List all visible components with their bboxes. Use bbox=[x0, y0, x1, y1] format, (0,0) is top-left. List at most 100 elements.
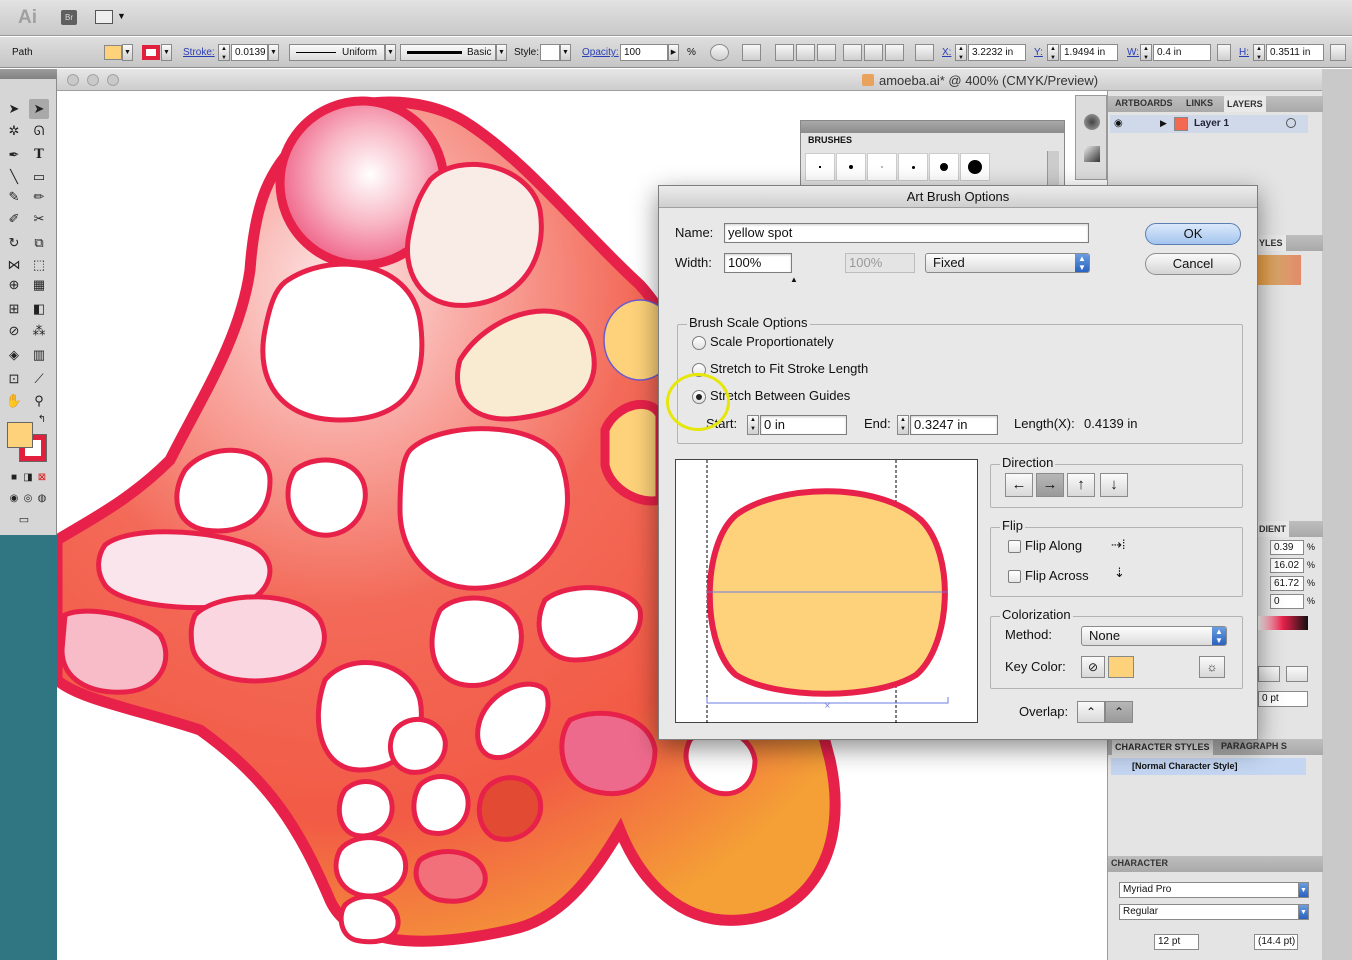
gradient-tool-icon[interactable]: ◧ bbox=[29, 299, 49, 319]
chevron-down-icon[interactable]: ▼ bbox=[117, 11, 126, 21]
tab-links[interactable]: LINKS bbox=[1186, 98, 1213, 108]
brush-swatch[interactable] bbox=[898, 153, 928, 181]
w-field[interactable]: 0.4 in bbox=[1153, 44, 1211, 61]
align-bottom-icon[interactable] bbox=[885, 44, 904, 61]
column-graph-tool-icon[interactable]: ▥ bbox=[29, 345, 49, 365]
appearance-icon[interactable] bbox=[1084, 114, 1100, 130]
fill-dropdown[interactable]: ▼ bbox=[122, 44, 133, 61]
paintbrush-tool-icon[interactable]: ✎ bbox=[4, 187, 24, 207]
scale-proportionately-radio[interactable] bbox=[692, 336, 706, 350]
align-center-text-icon[interactable] bbox=[1258, 666, 1280, 682]
style-dropdown[interactable]: ▼ bbox=[560, 44, 571, 61]
swap-colors-icon[interactable]: ↰ bbox=[36, 414, 48, 426]
w-stepper[interactable]: ▲ ▼ bbox=[1140, 44, 1152, 61]
cyan-field[interactable]: 0.39 bbox=[1270, 540, 1304, 555]
x-field[interactable]: 3.2232 in bbox=[968, 44, 1026, 61]
cancel-button[interactable]: Cancel bbox=[1145, 253, 1241, 275]
font-style-dropdown[interactable]: ▼ bbox=[1298, 904, 1309, 920]
width-slider-thumb[interactable]: ▲ bbox=[790, 275, 798, 284]
h-label[interactable]: H: bbox=[1239, 44, 1249, 61]
eyedropper-icon[interactable]: ⊘ bbox=[1081, 656, 1105, 678]
brushes-scrollbar[interactable] bbox=[1047, 151, 1059, 185]
slice-tool-icon[interactable]: ⟋ bbox=[29, 369, 49, 389]
layer-row[interactable]: ◉ ▶ Layer 1 bbox=[1110, 115, 1308, 133]
key-color-swatch[interactable] bbox=[1108, 656, 1134, 678]
stretch-to-fit-label[interactable]: Stretch to Fit Stroke Length bbox=[710, 361, 868, 376]
brush-swatch[interactable] bbox=[960, 153, 990, 181]
arrow-right-icon[interactable]: → bbox=[1036, 473, 1064, 497]
target-icon[interactable] bbox=[1286, 118, 1296, 128]
font-family-field[interactable]: Myriad Pro bbox=[1119, 882, 1299, 898]
opacity-label[interactable]: Opacity: bbox=[582, 44, 619, 61]
opacity-dropdown[interactable]: ▶ bbox=[668, 44, 679, 61]
arrow-down-icon[interactable]: ↓ bbox=[1100, 473, 1128, 497]
method-select[interactable]: None ▲ ▼ bbox=[1081, 626, 1227, 646]
blend-tool-icon[interactable]: ⁂ bbox=[29, 321, 49, 341]
rectangle-tool-icon[interactable]: ▭ bbox=[29, 167, 49, 187]
fill-swatch[interactable] bbox=[104, 45, 122, 60]
type-tool-icon[interactable]: T bbox=[29, 145, 49, 165]
lightbulb-icon[interactable]: ☼ bbox=[1199, 656, 1225, 678]
blob-brush-tool-icon[interactable]: ✐ bbox=[4, 209, 24, 229]
variable-width-profile[interactable]: Uniform bbox=[289, 44, 385, 61]
opacity-field[interactable]: 100 bbox=[620, 44, 668, 61]
black-field[interactable]: 0 bbox=[1270, 594, 1304, 609]
ok-button[interactable]: OK bbox=[1145, 223, 1241, 245]
tab-graphic-styles[interactable]: YLES bbox=[1256, 235, 1286, 251]
indent-field[interactable]: 0 pt bbox=[1258, 691, 1308, 707]
brush-dropdown[interactable]: ▼ bbox=[496, 44, 507, 61]
symbol-sprayer-tool-icon[interactable]: ◈ bbox=[4, 345, 24, 365]
transform-icon[interactable] bbox=[1330, 44, 1346, 61]
free-transform-tool-icon[interactable]: ⬚ bbox=[29, 255, 49, 275]
leading-field[interactable]: (14.4 pt) bbox=[1254, 934, 1298, 950]
mesh-tool-icon[interactable]: ⊞ bbox=[4, 299, 24, 319]
brush-name-field[interactable]: yellow spot bbox=[724, 223, 1089, 243]
magic-wand-tool-icon[interactable]: ✲ bbox=[4, 121, 24, 141]
disclosure-triangle-icon[interactable]: ▶ bbox=[1160, 118, 1167, 129]
bridge-button[interactable]: Br bbox=[61, 10, 77, 25]
brush-swatch[interactable] bbox=[929, 153, 959, 181]
brush-definition[interactable]: Basic bbox=[400, 44, 496, 61]
brush-preview[interactable]: × bbox=[675, 459, 978, 724]
brushes-tab[interactable]: BRUSHES bbox=[804, 135, 857, 145]
scale-proportionately-label[interactable]: Scale Proportionately bbox=[710, 334, 834, 349]
tab-gradient[interactable]: DIENT bbox=[1256, 521, 1289, 537]
font-family-dropdown[interactable]: ▼ bbox=[1298, 882, 1309, 898]
yellow-field[interactable]: 61.72 bbox=[1270, 576, 1304, 591]
color-ramp[interactable] bbox=[1258, 616, 1308, 630]
brushes-panel-header[interactable] bbox=[801, 121, 1064, 133]
stroke-weight-field[interactable]: 0.0139 bbox=[231, 44, 268, 61]
brush-swatch[interactable] bbox=[836, 153, 866, 181]
align-left-icon[interactable] bbox=[775, 44, 794, 61]
eye-icon[interactable]: ◉ bbox=[1114, 118, 1123, 129]
layer-name[interactable]: Layer 1 bbox=[1194, 118, 1229, 129]
none-mode-icon[interactable]: ⊠ bbox=[32, 468, 52, 488]
tab-paragraph-styles[interactable]: PARAGRAPH S bbox=[1221, 741, 1287, 751]
stroke-swatch[interactable] bbox=[142, 45, 160, 60]
x-label[interactable]: X: bbox=[942, 44, 951, 61]
stroke-label[interactable]: Stroke: bbox=[183, 44, 215, 61]
draw-inside-icon[interactable]: ◍ bbox=[32, 489, 52, 509]
close-window-button[interactable] bbox=[67, 74, 79, 86]
screen-mode-icon[interactable]: ▭ bbox=[14, 510, 34, 530]
stretch-between-guides-label[interactable]: Stretch Between Guides bbox=[710, 388, 850, 403]
recolor-artwork-icon[interactable] bbox=[710, 44, 729, 61]
stroke-stepper[interactable]: ▲ ▼ bbox=[218, 44, 230, 61]
lasso-tool-icon[interactable]: ᘏ bbox=[29, 121, 49, 141]
x-stepper[interactable]: ▲ ▼ bbox=[955, 44, 967, 61]
h-stepper[interactable]: ▲ ▼ bbox=[1253, 44, 1265, 61]
tab-artboards[interactable]: ARTBOARDS bbox=[1115, 98, 1173, 108]
line-tool-icon[interactable]: ╲ bbox=[4, 167, 24, 187]
flip-across-label[interactable]: Flip Across bbox=[1025, 568, 1089, 583]
w-label[interactable]: W: bbox=[1127, 44, 1139, 61]
direct-selection-tool-icon[interactable]: ➤ bbox=[29, 99, 49, 119]
brush-swatch[interactable] bbox=[805, 153, 835, 181]
tools-panel-header[interactable] bbox=[0, 69, 57, 79]
overlap-adjust-icon[interactable]: ⌃ bbox=[1077, 701, 1105, 723]
stroke-dropdown[interactable]: ▼ bbox=[161, 44, 172, 61]
tab-character[interactable]: CHARACTER bbox=[1111, 858, 1168, 868]
constrain-proportions-icon[interactable] bbox=[1217, 44, 1231, 61]
scissors-tool-icon[interactable]: ✂ bbox=[29, 209, 49, 229]
font-style-field[interactable]: Regular bbox=[1119, 904, 1299, 920]
reference-point-icon[interactable] bbox=[915, 44, 934, 61]
